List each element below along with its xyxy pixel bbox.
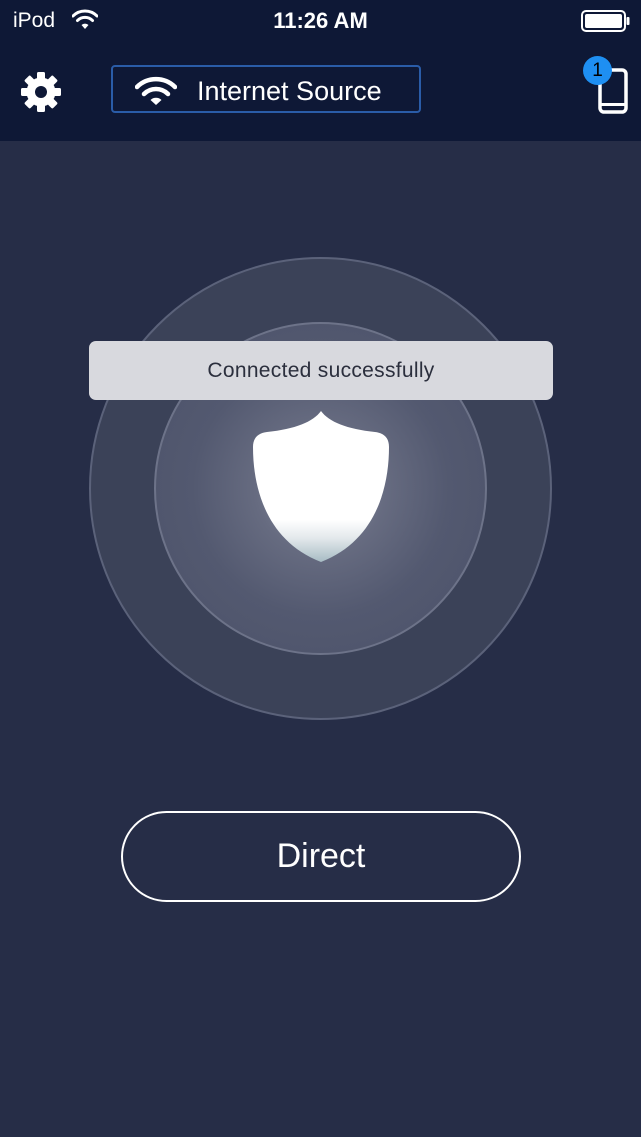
- direct-mode-button[interactable]: Direct: [121, 811, 521, 902]
- wifi-icon: [135, 76, 177, 105]
- top-bar: iPod 11:26 AM Internet Source 1: [0, 0, 641, 141]
- battery-icon: [581, 10, 630, 32]
- internet-source-label: Internet Source: [197, 76, 382, 106]
- shield-icon[interactable]: [251, 409, 391, 564]
- connected-toast: Connected successfully: [89, 341, 553, 400]
- internet-source-button[interactable]: Internet Source: [111, 65, 421, 113]
- status-time: 11:26 AM: [273, 8, 368, 33]
- device-count-badge: 1: [583, 56, 612, 85]
- connection-radar: [89, 257, 552, 720]
- app-screen: iPod 11:26 AM Internet Source 1 Connecte…: [0, 0, 641, 1137]
- gear-icon[interactable]: [20, 71, 62, 113]
